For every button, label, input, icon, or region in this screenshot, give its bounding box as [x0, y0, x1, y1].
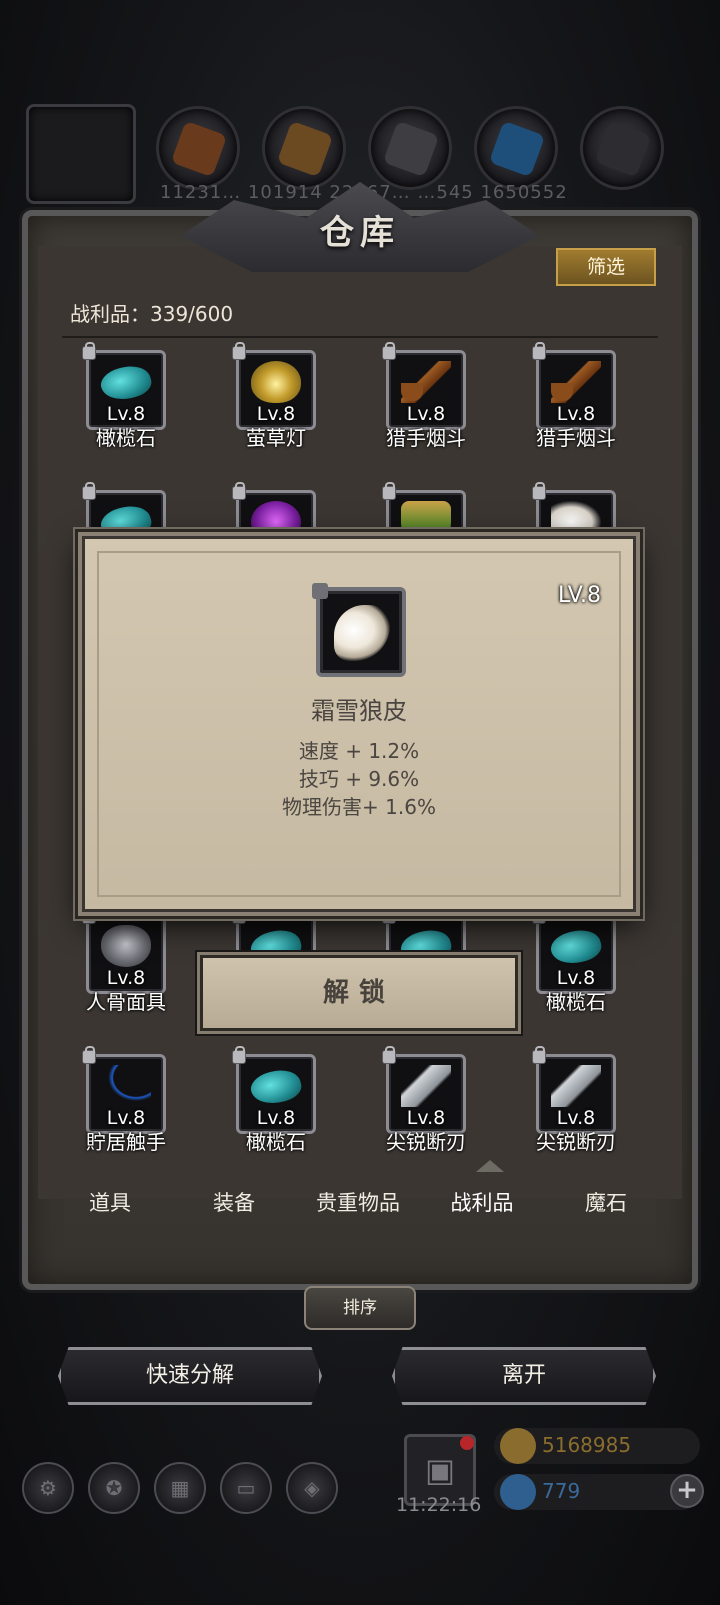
- item-name: 橄榄石: [546, 990, 606, 1014]
- blade-icon: [401, 1065, 451, 1107]
- item-name: 猎手烟斗: [386, 426, 466, 450]
- popup-item-name: 霜雪狼皮: [311, 697, 407, 725]
- inventory-slot[interactable]: Lv.8: [82, 906, 166, 994]
- item-name: 橄榄石: [246, 1130, 306, 1154]
- resource-slot-selected[interactable]: [26, 104, 136, 204]
- pipe-icon: [401, 361, 451, 403]
- lock-icon: [312, 583, 328, 599]
- tab-loot[interactable]: 战利品: [420, 1172, 544, 1234]
- menu-icon-2[interactable]: ✪: [88, 1462, 140, 1514]
- menu-icon-4[interactable]: ▭: [220, 1462, 272, 1514]
- add-currency-button[interactable]: +: [670, 1474, 704, 1508]
- tab-tools[interactable]: 道具: [48, 1172, 172, 1234]
- page-title: 仓库: [320, 213, 400, 253]
- divider: [62, 336, 658, 338]
- resource-slot-1[interactable]: [156, 106, 240, 190]
- resource-slot-5[interactable]: [580, 106, 664, 190]
- tab-valuables[interactable]: 贵重物品: [296, 1172, 420, 1234]
- lock-icon: [532, 906, 546, 924]
- olivine-icon: [97, 361, 155, 405]
- menu-icon-5[interactable]: ◈: [286, 1462, 338, 1514]
- leave-button[interactable]: 离开: [392, 1347, 656, 1405]
- claw-icon: [101, 1065, 151, 1107]
- item-name: 尖锐断刃: [386, 1130, 466, 1154]
- lock-icon: [232, 342, 246, 360]
- resource-slot-4[interactable]: [474, 106, 558, 190]
- menu-icon-3[interactable]: ▦: [154, 1462, 206, 1514]
- lock-icon: [532, 482, 546, 500]
- resource-slot-3[interactable]: [368, 106, 452, 190]
- clock: 11:22:16: [396, 1494, 482, 1516]
- inventory-slot[interactable]: Lv.8: [382, 342, 466, 430]
- inventory-slot[interactable]: Lv.8: [382, 1046, 466, 1134]
- quick-decompose-button[interactable]: 快速分解: [58, 1347, 322, 1405]
- lock-icon: [382, 342, 396, 360]
- filter-button[interactable]: 筛选: [556, 248, 656, 286]
- wolf-pelt-icon: [334, 605, 390, 661]
- blade-icon: [551, 1065, 601, 1107]
- stat-physical-damage: 物理伤害+ 1.6%: [282, 795, 436, 819]
- gold-coin-icon: [500, 1428, 536, 1464]
- popup-stats: 速度 + 1.2% 技巧 + 9.6% 物理伤害+ 1.6%: [85, 737, 633, 821]
- item-name: 萤草灯: [246, 426, 306, 450]
- lock-icon: [82, 342, 96, 360]
- lock-icon: [532, 1046, 546, 1064]
- loot-count-label: 战利品：339/600: [70, 302, 234, 326]
- lock-icon: [82, 1046, 96, 1064]
- pipe-icon: [551, 361, 601, 403]
- popup-level: LV.8: [557, 583, 601, 608]
- item-name: 猎手烟斗: [536, 426, 616, 450]
- unlock-button[interactable]: 解锁: [200, 955, 518, 1031]
- lock-icon: [382, 906, 396, 924]
- tab-equipment[interactable]: 装备: [172, 1172, 296, 1234]
- inventory-slot[interactable]: Lv.8: [532, 342, 616, 430]
- popup-item-icon: [312, 583, 406, 677]
- inventory-slot[interactable]: Lv.8: [82, 342, 166, 430]
- menu-icon-1[interactable]: ⚙: [22, 1462, 74, 1514]
- item-name: 橄榄石: [96, 426, 156, 450]
- inventory-slot[interactable]: Lv.8: [532, 906, 616, 994]
- inventory-slot[interactable]: Lv.8: [232, 342, 316, 430]
- olivine-icon: [247, 1065, 305, 1109]
- notification-dot: [460, 1436, 474, 1450]
- gem-icon: [500, 1474, 536, 1510]
- gem-value: 779: [542, 1479, 581, 1503]
- active-tab-marker: [476, 1160, 504, 1172]
- sort-button[interactable]: 排序: [304, 1286, 416, 1330]
- olivine-icon: [547, 925, 605, 969]
- lantern-icon: [251, 361, 301, 403]
- item-name: 尖锐断刃: [536, 1130, 616, 1154]
- category-tabs: 道具 装备 贵重物品 战利品 魔石: [48, 1172, 672, 1234]
- inventory-slot[interactable]: Lv.8: [232, 1046, 316, 1134]
- lock-icon: [232, 1046, 246, 1064]
- lock-icon: [82, 906, 96, 924]
- stat-speed: 速度 + 1.2%: [298, 739, 420, 763]
- resource-slot-2[interactable]: [262, 106, 346, 190]
- tab-magic-stones[interactable]: 魔石: [544, 1172, 668, 1234]
- lock-icon: [532, 342, 546, 360]
- item-name: 貯居触手: [86, 1130, 166, 1154]
- item-name: 人骨面具: [86, 990, 166, 1014]
- lock-icon: [82, 482, 96, 500]
- inventory-slot[interactable]: Lv.8: [82, 1046, 166, 1134]
- lock-icon: [232, 482, 246, 500]
- lock-icon: [232, 906, 246, 924]
- lock-icon: [382, 1046, 396, 1064]
- gold-value: 5168985: [542, 1433, 632, 1457]
- inventory-slot[interactable]: Lv.8: [532, 1046, 616, 1134]
- stat-skill: 技巧 + 9.6%: [298, 767, 420, 791]
- item-detail-popup: LV.8 霜雪狼皮 速度 + 1.2% 技巧 + 9.6% 物理伤害+ 1.6%: [82, 536, 636, 912]
- lock-icon: [382, 482, 396, 500]
- mask-icon: [101, 925, 151, 967]
